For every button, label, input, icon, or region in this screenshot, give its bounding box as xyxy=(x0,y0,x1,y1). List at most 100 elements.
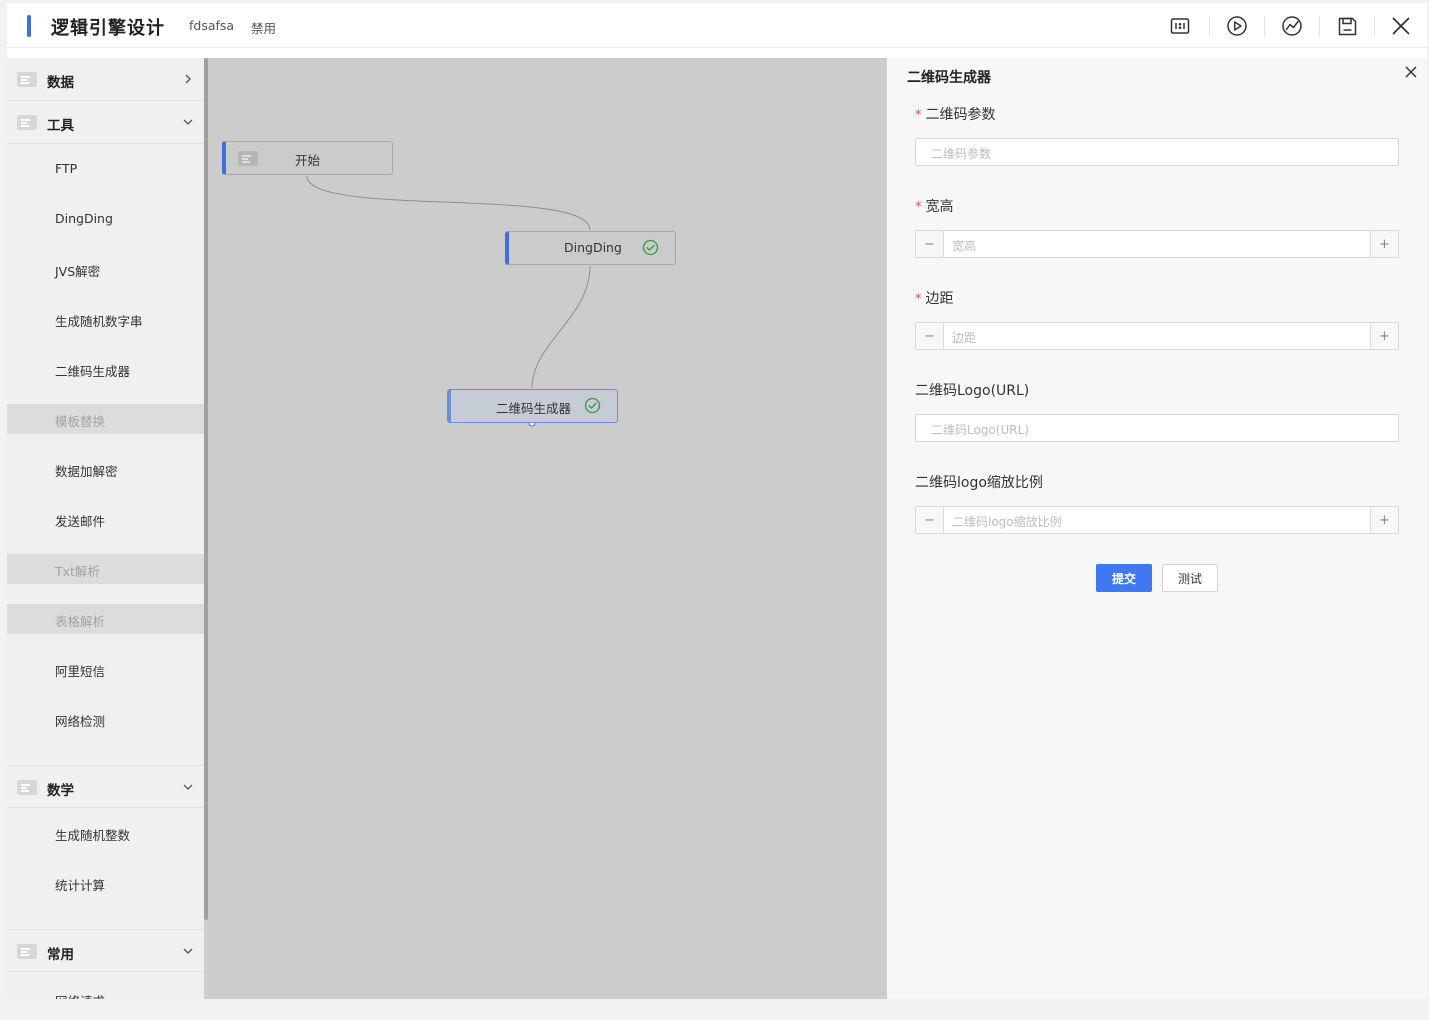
field-label-logo-url: 二维码Logo(URL) xyxy=(915,380,1029,400)
status-badge[interactable]: 禁用 xyxy=(251,18,276,37)
fit-ratio-icon xyxy=(1170,18,1190,34)
sidebar-item-label: FTP xyxy=(55,161,78,176)
sidebar-item-random-int[interactable]: 生成随机整数 xyxy=(7,818,204,848)
group-label: 常用 xyxy=(47,947,74,963)
connection-lines xyxy=(306,175,591,427)
node-label: 开始 xyxy=(295,153,321,168)
increment-button[interactable]: + xyxy=(1370,231,1398,257)
sidebar-item-jvs-decrypt[interactable]: JVS解密 xyxy=(7,254,204,284)
sidebar-item-send-mail[interactable]: 发送邮件 xyxy=(7,504,204,534)
check-circle-icon xyxy=(642,239,659,256)
decrement-button[interactable]: − xyxy=(916,507,944,533)
group-data[interactable]: 数据 xyxy=(7,58,204,101)
field-label-text: 宽高 xyxy=(925,199,954,215)
chevron-down-icon xyxy=(183,784,193,790)
qr-param-input[interactable]: 二维码参数 xyxy=(915,138,1399,166)
sidebar-item-label: 发送邮件 xyxy=(55,514,106,529)
sidebar-item-dingding[interactable]: DingDing xyxy=(7,204,204,234)
group-tools[interactable]: 工具 xyxy=(7,101,204,144)
edge-start-dingding[interactable] xyxy=(306,175,591,231)
flow-canvas[interactable]: 开始 DingDing 二维码生成器 xyxy=(208,58,887,999)
component-icon xyxy=(238,151,258,166)
placeholder: 宽高 xyxy=(952,239,977,253)
required-mark: * xyxy=(915,200,922,215)
chevron-right-icon xyxy=(185,74,191,84)
sidebar-item-label: 二维码生成器 xyxy=(55,364,131,379)
decrement-button[interactable]: − xyxy=(916,323,944,349)
margin-stepper[interactable]: − 边距 + xyxy=(915,322,1399,350)
field-label-text: 二维码logo缩放比例 xyxy=(915,475,1043,491)
field-label-text: 二维码Logo(URL) xyxy=(915,383,1030,399)
component-sidebar: 数据 工具 FTP DingDing JVS解密 生成随机数字串 二维码生成器 … xyxy=(7,58,204,999)
field-label-qr-param: * 二维码参数 xyxy=(915,104,996,124)
sidebar-item-ftp[interactable]: FTP xyxy=(7,154,204,184)
sidebar-item-label: DingDing xyxy=(55,211,113,226)
page-title: 逻辑引擎设计 xyxy=(51,18,165,39)
test-button[interactable]: 测试 xyxy=(1162,564,1218,592)
field-label-logo-scale: 二维码logo缩放比例 xyxy=(915,472,1043,492)
sidebar-item-label: 生成随机整数 xyxy=(55,828,131,843)
run-button[interactable] xyxy=(1223,12,1251,40)
monitor-icon xyxy=(1282,16,1302,36)
component-icon xyxy=(17,115,37,130)
sidebar-item-random-digits[interactable]: 生成随机数字串 xyxy=(7,304,204,334)
sidebar-item-aliyun-sms[interactable]: 阿里短信 xyxy=(7,654,204,684)
required-mark: * xyxy=(915,292,922,307)
title-accent-bar xyxy=(27,15,31,37)
sidebar-item-label: 网络检测 xyxy=(55,714,106,729)
toolbar-divider xyxy=(1264,16,1265,36)
sidebar-item-label: 网络请求 xyxy=(55,991,105,999)
placeholder: 二维码参数 xyxy=(931,147,992,161)
group-label: 数学 xyxy=(47,783,74,799)
sidebar-item-data-crypto[interactable]: 数据加解密 xyxy=(7,454,204,484)
placeholder: 二维码logo缩放比例 xyxy=(952,515,1062,529)
sidebar-item-template-replace: 模板替换 xyxy=(7,404,204,434)
close-button[interactable] xyxy=(1387,12,1415,40)
logo-url-input[interactable]: 二维码Logo(URL) xyxy=(915,414,1399,442)
sidebar-item-network-check[interactable]: 网络检测 xyxy=(7,704,204,734)
increment-button[interactable]: + xyxy=(1370,323,1398,349)
header: 逻辑引擎设计 fdsafsa 禁用 xyxy=(7,3,1427,48)
node-qrcode-generator[interactable]: 二维码生成器 xyxy=(447,389,618,423)
sidebar-item-label: JVS解密 xyxy=(55,264,101,279)
group-label: 数据 xyxy=(47,75,74,91)
sidebar-item-label: 表格解析 xyxy=(55,614,106,629)
run-icon xyxy=(1227,16,1247,36)
sidebar-item-statistics[interactable]: 统计计算 xyxy=(7,868,204,898)
decrement-button[interactable]: − xyxy=(916,231,944,257)
node-dingding[interactable]: DingDing xyxy=(505,231,676,265)
size-stepper[interactable]: − 宽高 + xyxy=(915,230,1399,258)
panel-title: 二维码生成器 xyxy=(907,70,991,86)
node-start[interactable]: 开始 xyxy=(222,141,393,175)
group-common[interactable]: 常用 xyxy=(7,929,204,972)
save-button[interactable] xyxy=(1333,12,1361,40)
save-icon xyxy=(1338,17,1356,35)
component-icon xyxy=(17,944,37,959)
component-icon xyxy=(17,780,37,795)
toolbar-divider xyxy=(1374,16,1375,36)
sidebar-item-qrcode[interactable]: 二维码生成器 xyxy=(7,354,204,384)
sidebar-item-label: 模板替换 xyxy=(55,414,106,429)
edge-dingding-qrcode[interactable] xyxy=(531,265,591,389)
flow-name: fdsafsa xyxy=(189,18,235,33)
component-icon xyxy=(17,72,37,87)
submit-button[interactable]: 提交 xyxy=(1096,564,1152,592)
chevron-down-icon xyxy=(183,948,193,954)
node-label: DingDing xyxy=(564,240,622,255)
placeholder: 边距 xyxy=(952,331,977,345)
fit-ratio-button[interactable] xyxy=(1166,12,1194,40)
panel-close-icon[interactable] xyxy=(1403,64,1419,80)
placeholder: 二维码Logo(URL) xyxy=(931,423,1029,437)
toolbar-divider xyxy=(1209,16,1210,36)
sidebar-item-label: 统计计算 xyxy=(55,878,106,893)
group-math[interactable]: 数学 xyxy=(7,765,204,808)
increment-button[interactable]: + xyxy=(1370,507,1398,533)
monitor-button[interactable] xyxy=(1278,12,1306,40)
node-label: 二维码生成器 xyxy=(496,401,572,416)
logo-scale-stepper[interactable]: − 二维码logo缩放比例 + xyxy=(915,506,1399,534)
sidebar-item-label: 数据加解密 xyxy=(55,464,118,479)
check-circle-icon xyxy=(584,397,601,414)
field-label-text: 边距 xyxy=(925,291,954,307)
sidebar-item-http-request[interactable]: 网络请求 xyxy=(7,984,204,999)
toolbar-divider xyxy=(1319,16,1320,36)
